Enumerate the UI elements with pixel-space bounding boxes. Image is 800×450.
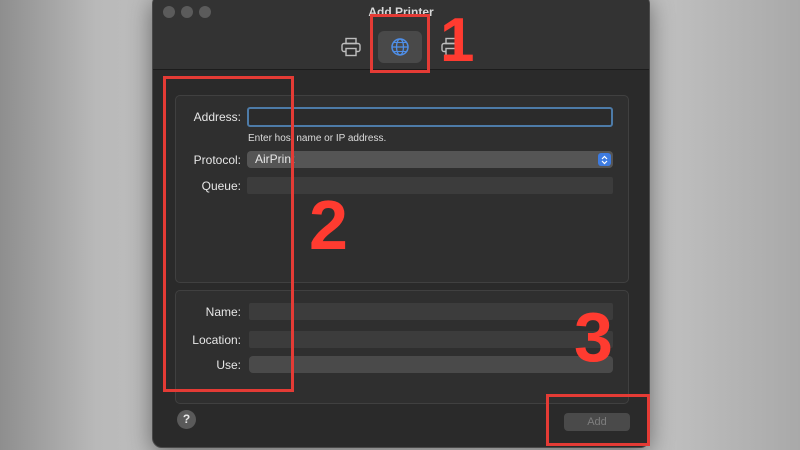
address-hint: Enter host name or IP address.	[248, 133, 387, 144]
annotation-number-2: 2	[309, 186, 348, 264]
address-field[interactable]	[247, 107, 613, 127]
details-panel: Name: Location: Use:	[175, 290, 629, 404]
name-field[interactable]	[249, 303, 613, 321]
default-printer-tab[interactable]	[329, 31, 373, 63]
use-label: Use:	[216, 358, 241, 372]
add-printer-window: Add Printer Address: Enter host name or …	[152, 0, 650, 448]
chevron-updown-icon	[598, 153, 611, 166]
use-select[interactable]	[249, 356, 613, 373]
annotation-number-1: 1	[440, 6, 475, 75]
help-button[interactable]: ?	[177, 410, 196, 429]
address-input[interactable]	[249, 110, 611, 126]
protocol-select[interactable]: AirPrint	[247, 151, 613, 168]
protocol-label: Protocol:	[193, 153, 241, 167]
queue-input[interactable]	[247, 177, 613, 195]
queue-label: Queue:	[201, 179, 241, 193]
ip-printer-tab[interactable]	[378, 31, 422, 63]
name-input[interactable]	[249, 303, 613, 321]
connection-panel: Address: Enter host name or IP address. …	[175, 95, 629, 283]
queue-field[interactable]	[247, 177, 613, 195]
name-label: Name:	[205, 305, 241, 319]
globe-icon	[391, 38, 409, 56]
annotation-number-3: 3	[574, 298, 613, 376]
add-button[interactable]: Add	[564, 413, 630, 431]
address-label: Address:	[193, 110, 241, 124]
location-field[interactable]	[249, 331, 613, 349]
title-bar: Add Printer	[153, 0, 649, 70]
protocol-value: AirPrint	[255, 152, 295, 166]
location-label: Location:	[192, 333, 241, 347]
window-title: Add Printer	[368, 5, 434, 19]
printer-icon	[341, 37, 361, 57]
location-input[interactable]	[249, 331, 613, 349]
